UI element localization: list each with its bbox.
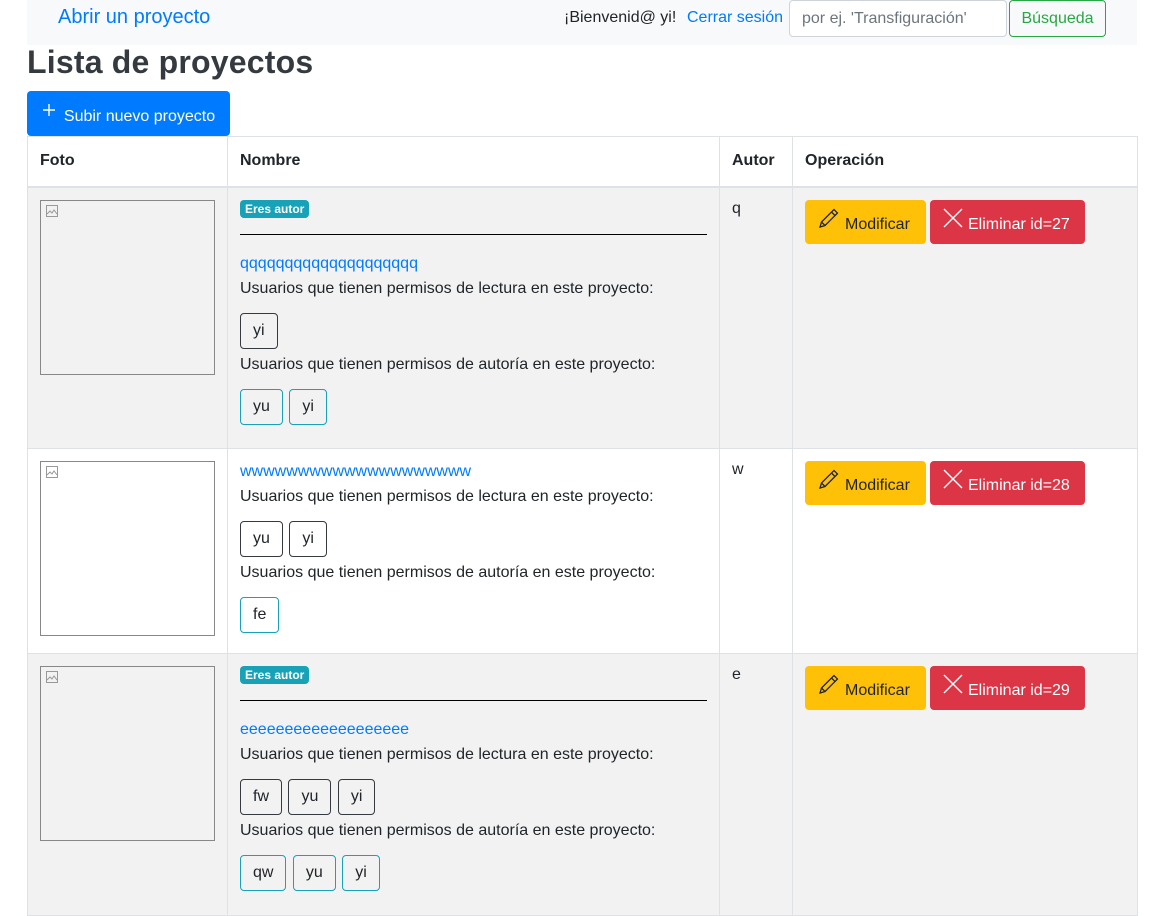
author-chip[interactable]: yu [292, 855, 336, 891]
modify-button[interactable]: Modificar [805, 461, 926, 505]
delete-label: Eliminar id=29 [968, 682, 1070, 699]
name-cell: Eres autor qqqqqqqqqqqqqqqqqqqq Usuarios… [227, 186, 720, 449]
project-thumbnail [40, 199, 215, 375]
logout-link[interactable]: Cerrar sesión [687, 9, 783, 27]
author-badge: Eres autor [240, 199, 310, 218]
x-icon [943, 208, 963, 227]
author-permissions-label: Usuarios que tienen permisos de autoría … [240, 822, 656, 839]
name-cell: wwwwwwwwwwwwwwwwwwww Usuarios que tienen… [227, 448, 720, 654]
author-chip[interactable]: fe [240, 597, 280, 633]
welcome-text: ¡Bienvenid@ yi! [564, 9, 677, 26]
photo-cell [27, 653, 228, 916]
search-button[interactable]: Búsqueda [1009, 0, 1106, 37]
reader-chip[interactable]: yi [240, 312, 278, 349]
modify-label: Modificar [845, 477, 910, 494]
broken-image-icon [46, 204, 58, 217]
delete-button[interactable]: Eliminar id=29 [930, 666, 1085, 710]
table-header-row: Foto Nombre Autor Operación [27, 136, 1138, 188]
reader-chips: yi [240, 312, 707, 349]
page-title: Lista de proyectos [27, 44, 314, 80]
author-chips: yu yi [240, 388, 707, 425]
read-permissions-label: Usuarios que tienen permisos de lectura … [240, 746, 654, 763]
author-permissions-label: Usuarios que tienen permisos de autoría … [240, 355, 656, 373]
photo-cell [27, 448, 228, 654]
author-chips: fe [240, 597, 707, 633]
author-chip[interactable]: qw [240, 855, 287, 891]
navbar: Abrir un proyecto ¡Bienvenid@ yi! Cerrar… [27, 0, 1137, 45]
read-permissions-label: Usuarios que tienen permisos de lectura … [240, 488, 654, 505]
table-row: Eres autor qqqqqqqqqqqqqqqqqqqq Usuarios… [27, 186, 1138, 449]
delete-button[interactable]: Eliminar id=28 [930, 461, 1085, 505]
name-cell: Eres autor eeeeeeeeeeeeeeeeeee Usuarios … [227, 653, 720, 916]
author-cell: q [719, 186, 793, 449]
reader-chips: fw yu yi [240, 779, 707, 815]
reader-chips: yu yi [240, 521, 707, 557]
reader-chip[interactable]: yu [288, 779, 332, 815]
projects-table: Foto Nombre Autor Operación Eres autor q… [27, 136, 1138, 916]
project-thumbnail [40, 461, 215, 636]
table-row: wwwwwwwwwwwwwwwwwwww Usuarios que tienen… [27, 448, 1138, 654]
modify-label: Modificar [845, 682, 910, 699]
author-chip[interactable]: yi [289, 388, 327, 425]
pencil-icon [819, 674, 839, 694]
operations-cell: Modificar Eliminar id=28 [792, 448, 1138, 654]
operations-cell: Modificar Eliminar id=29 [792, 653, 1138, 916]
project-link[interactable]: eeeeeeeeeeeeeeeeeee [240, 719, 707, 741]
pencil-icon [819, 208, 839, 228]
header-nombre: Nombre [227, 136, 720, 188]
delete-label: Eliminar id=28 [968, 477, 1070, 494]
author-chip[interactable]: yi [342, 855, 380, 891]
photo-cell [27, 186, 228, 449]
x-icon [943, 469, 963, 489]
header-operacion: Operación [792, 136, 1138, 188]
author-chip[interactable]: yu [240, 388, 283, 425]
reader-chip[interactable]: fw [240, 779, 282, 815]
operations-cell: Modificar Eliminar id=27 [792, 186, 1138, 449]
table-row: Eres autor eeeeeeeeeeeeeeeeeee Usuarios … [27, 653, 1138, 916]
search-input[interactable] [789, 0, 1007, 37]
x-icon [943, 674, 963, 694]
brand-link[interactable]: Abrir un proyecto [58, 6, 210, 29]
project-link[interactable]: qqqqqqqqqqqqqqqqqqqq [240, 253, 707, 275]
modify-button[interactable]: Modificar [805, 199, 926, 244]
divider [240, 233, 707, 235]
delete-label: Eliminar id=27 [968, 215, 1070, 233]
broken-image-icon [46, 671, 58, 683]
author-cell: w [719, 448, 793, 654]
author-chips: qw yu yi [240, 855, 707, 891]
author-cell: e [719, 653, 793, 916]
header-autor: Autor [719, 136, 793, 188]
author-permissions-label: Usuarios que tienen permisos de autoría … [240, 564, 656, 581]
modify-button[interactable]: Modificar [805, 666, 926, 710]
read-permissions-label: Usuarios que tienen permisos de lectura … [240, 279, 654, 297]
header-foto: Foto [27, 136, 228, 188]
project-thumbnail [40, 666, 215, 841]
modify-label: Modificar [845, 215, 910, 233]
reader-chip[interactable]: yu [240, 521, 283, 557]
delete-button[interactable]: Eliminar id=27 [930, 199, 1085, 244]
plus-icon [42, 99, 56, 121]
project-link[interactable]: wwwwwwwwwwwwwwwwwwww [240, 461, 707, 483]
upload-project-label: Subir nuevo proyecto [63, 107, 216, 125]
reader-chip[interactable]: yi [337, 779, 376, 815]
reader-chip[interactable]: yi [289, 521, 327, 557]
author-badge: Eres autor [240, 666, 310, 684]
upload-project-button[interactable]: Subir nuevo proyecto [27, 91, 230, 136]
divider [240, 700, 707, 701]
broken-image-icon [46, 466, 58, 478]
pencil-icon [819, 469, 839, 489]
